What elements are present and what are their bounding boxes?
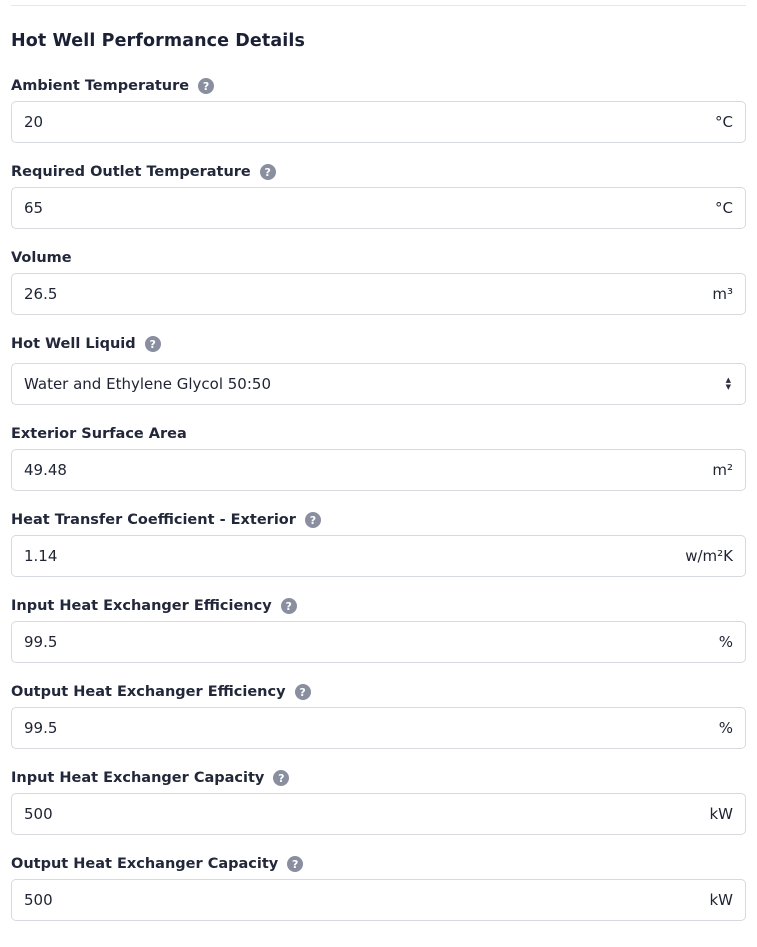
input-hx-capacity-unit: kW — [709, 805, 733, 823]
hot-well-liquid-field: Hot Well Liquid ? Water and Ethylene Gly… — [11, 332, 746, 405]
help-icon[interactable]: ? — [294, 684, 311, 700]
exterior-surface-area-value: 49.48 — [24, 461, 67, 479]
required-outlet-temperature-value: 65 — [24, 199, 44, 217]
input-hx-efficiency-label: Input Heat Exchanger Efficiency — [11, 598, 272, 614]
exterior-surface-area-unit: m² — [712, 461, 733, 479]
help-icon[interactable]: ? — [280, 598, 297, 614]
help-icon[interactable]: ? — [304, 512, 321, 528]
ambient-temperature-input[interactable]: 20 °C — [11, 101, 746, 143]
heat-transfer-coefficient-unit: w/m²K — [685, 547, 733, 565]
required-outlet-temperature-label-row: Required Outlet Temperature ? — [11, 160, 746, 184]
exterior-surface-area-field: Exterior Surface Area 49.48 m² — [11, 422, 746, 491]
input-hx-capacity-value: 500 — [24, 805, 53, 823]
output-hx-efficiency-label-row: Output Heat Exchanger Efficiency ? — [11, 680, 746, 704]
volume-value: 26.5 — [24, 285, 58, 303]
heat-transfer-coefficient-input[interactable]: 1.14 w/m²K — [11, 535, 746, 577]
ambient-temperature-label: Ambient Temperature — [11, 78, 190, 94]
help-icon[interactable]: ? — [273, 770, 290, 786]
input-hx-capacity-input[interactable]: 500 kW — [11, 793, 746, 835]
hot-well-liquid-selected: Water and Ethylene Glycol 50:50 — [24, 375, 271, 393]
hot-well-liquid-select[interactable]: Water and Ethylene Glycol 50:50 ▲ ▼ — [11, 363, 746, 405]
output-hx-efficiency-input[interactable]: 99.5 % — [11, 707, 746, 749]
output-hx-capacity-value: 500 — [24, 891, 53, 909]
hot-well-liquid-label-row: Hot Well Liquid ? — [11, 332, 746, 356]
ambient-temperature-field: Ambient Temperature ? 20 °C — [11, 74, 746, 143]
ambient-temperature-value: 20 — [24, 113, 44, 131]
exterior-surface-area-label-row: Exterior Surface Area — [11, 422, 746, 446]
top-divider — [11, 5, 746, 6]
exterior-surface-area-input[interactable]: 49.48 m² — [11, 449, 746, 491]
required-outlet-temperature-field: Required Outlet Temperature ? 65 °C — [11, 160, 746, 229]
output-hx-efficiency-label: Output Heat Exchanger Efficiency — [11, 684, 286, 700]
output-hx-efficiency-value: 99.5 — [24, 719, 58, 737]
input-hx-efficiency-label-row: Input Heat Exchanger Efficiency ? — [11, 594, 746, 618]
section-title: Hot Well Performance Details — [11, 31, 305, 51]
required-outlet-temperature-input[interactable]: 65 °C — [11, 187, 746, 229]
heat-transfer-coefficient-value: 1.14 — [24, 547, 58, 565]
select-chevrons-icon: ▲ ▼ — [726, 377, 745, 391]
output-hx-capacity-unit: kW — [709, 891, 733, 909]
output-hx-efficiency-unit: % — [718, 719, 733, 737]
input-hx-efficiency-unit: % — [718, 633, 733, 651]
help-icon[interactable]: ? — [287, 856, 304, 872]
hot-well-liquid-label: Hot Well Liquid — [11, 336, 136, 352]
required-outlet-temperature-label: Required Outlet Temperature — [11, 164, 251, 180]
heat-transfer-coefficient-label-row: Heat Transfer Coefficient - Exterior ? — [11, 508, 746, 532]
volume-label-row: Volume — [11, 246, 746, 270]
output-hx-capacity-input[interactable]: 500 kW — [11, 879, 746, 921]
required-outlet-temperature-unit: °C — [715, 199, 733, 217]
exterior-surface-area-label: Exterior Surface Area — [11, 426, 187, 442]
heat-transfer-coefficient-label: Heat Transfer Coefficient - Exterior — [11, 512, 296, 528]
input-hx-capacity-label-row: Input Heat Exchanger Capacity ? — [11, 766, 746, 790]
ambient-temperature-label-row: Ambient Temperature ? — [11, 74, 746, 98]
output-hx-capacity-field: Output Heat Exchanger Capacity ? 500 kW — [11, 852, 746, 921]
input-hx-capacity-label: Input Heat Exchanger Capacity — [11, 770, 265, 786]
volume-field: Volume 26.5 m³ — [11, 246, 746, 315]
output-hx-efficiency-field: Output Heat Exchanger Efficiency ? 99.5 … — [11, 680, 746, 749]
help-icon[interactable]: ? — [198, 78, 215, 94]
help-icon[interactable]: ? — [259, 164, 276, 180]
volume-unit: m³ — [712, 285, 733, 303]
volume-input[interactable]: 26.5 m³ — [11, 273, 746, 315]
heat-transfer-coefficient-field: Heat Transfer Coefficient - Exterior ? 1… — [11, 508, 746, 577]
volume-label: Volume — [11, 250, 72, 266]
input-hx-efficiency-input[interactable]: 99.5 % — [11, 621, 746, 663]
output-hx-capacity-label-row: Output Heat Exchanger Capacity ? — [11, 852, 746, 876]
chevron-down-icon: ▼ — [725, 383, 731, 391]
output-hx-capacity-label: Output Heat Exchanger Capacity — [11, 856, 279, 872]
ambient-temperature-unit: °C — [715, 113, 733, 131]
input-hx-capacity-field: Input Heat Exchanger Capacity ? 500 kW — [11, 766, 746, 835]
input-hx-efficiency-field: Input Heat Exchanger Efficiency ? 99.5 % — [11, 594, 746, 663]
help-icon[interactable]: ? — [144, 336, 161, 352]
input-hx-efficiency-value: 99.5 — [24, 633, 58, 651]
